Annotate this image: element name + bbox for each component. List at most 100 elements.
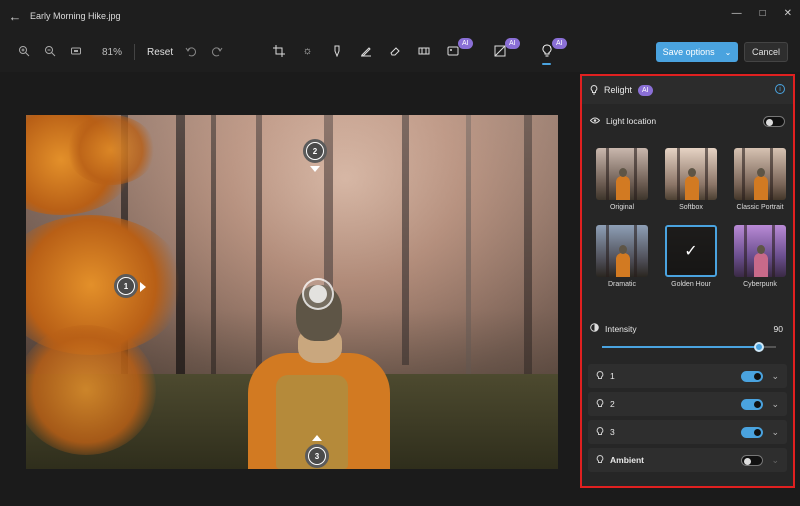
cancel-button[interactable]: Cancel	[744, 42, 788, 62]
close-icon[interactable]: ✕	[784, 8, 792, 19]
relight-title: Relight	[604, 85, 633, 95]
light-2-toggle[interactable]	[741, 398, 763, 410]
photo[interactable]	[26, 115, 558, 469]
relight-header: Relight AI i	[582, 76, 793, 104]
redo-icon[interactable]	[211, 45, 225, 59]
style-icon[interactable]: AI	[491, 38, 520, 59]
autumn-foliage	[66, 115, 156, 185]
zoom-in-icon[interactable]	[18, 45, 32, 59]
crop-icon[interactable]	[270, 42, 287, 59]
reset-button[interactable]: Reset	[147, 47, 173, 58]
intensity-slider[interactable]	[602, 342, 776, 352]
preset-thumbnail	[596, 225, 648, 277]
preset-label: Original	[609, 204, 635, 211]
ambient-toggle[interactable]	[741, 454, 763, 466]
light-location-label: Light location	[606, 116, 657, 126]
preset-original[interactable]: Original	[596, 148, 648, 211]
light-marker-number: 2	[307, 143, 323, 159]
toggle-knob	[754, 400, 761, 408]
light-direction-arrow	[310, 166, 320, 172]
info-icon[interactable]: i	[775, 84, 785, 94]
chevron-down-icon[interactable]: ⌄	[771, 399, 779, 410]
hiker-figure	[685, 168, 699, 200]
preset-thumbnail	[596, 148, 648, 200]
preset-thumbnail	[734, 148, 786, 200]
hiker-figure	[754, 245, 768, 277]
light-1-row[interactable]: 1 ⌄	[588, 364, 787, 388]
save-options-button[interactable]: Save options ⌄	[656, 42, 738, 62]
light-label: Ambient	[610, 455, 644, 465]
toggle-knob	[744, 457, 751, 465]
zoom-controls: 81% Reset	[18, 44, 225, 60]
light-marker-3[interactable]: 3	[305, 444, 329, 468]
light-location-row: Light location	[589, 115, 785, 127]
tree-trunk	[634, 225, 637, 277]
light-location-toggle[interactable]	[763, 115, 785, 127]
toggle-knob	[766, 118, 773, 126]
chevron-down-icon[interactable]: ⌄	[771, 371, 779, 382]
minimize-icon[interactable]: —	[732, 8, 742, 19]
light-2-row[interactable]: 2 ⌄	[588, 392, 787, 416]
light-1-toggle[interactable]	[741, 370, 763, 382]
light-marker-number: 1	[118, 278, 134, 294]
light-label: 1	[610, 371, 615, 381]
fit-screen-icon[interactable]	[70, 45, 84, 59]
bulb-icon	[596, 426, 604, 437]
toggle-knob	[754, 428, 761, 436]
bulb-icon	[596, 370, 604, 381]
generative-fill-icon[interactable]: AI	[444, 38, 473, 59]
preset-label: Softbox	[679, 204, 703, 211]
preset-golden-hour[interactable]: ✓ Golden Hour	[665, 225, 717, 288]
undo-icon[interactable]	[185, 45, 199, 59]
brightness-icon[interactable]: ☼	[299, 42, 316, 59]
ambient-row[interactable]: Ambient ⌄	[588, 448, 787, 472]
save-options-label: Save options	[662, 47, 715, 57]
maximize-icon[interactable]: □	[760, 8, 766, 19]
light-position-handle[interactable]	[302, 278, 334, 310]
slider-thumb[interactable]	[753, 342, 764, 352]
preset-dramatic[interactable]: Dramatic	[596, 225, 648, 288]
relight-panel: Relight AI i Light location Original Sof…	[580, 74, 795, 488]
light-direction-arrow	[312, 435, 322, 441]
tree-trunk	[770, 148, 773, 200]
filter-icon[interactable]	[328, 42, 345, 59]
light-3-row[interactable]: 3 ⌄	[588, 420, 787, 444]
light-label: 2	[610, 399, 615, 409]
tree-trunk	[744, 225, 747, 277]
tree-trunk	[606, 148, 609, 200]
preset-softbox[interactable]: Softbox	[665, 148, 717, 211]
tree-trunk	[677, 148, 680, 200]
eye-icon	[589, 116, 601, 126]
zoom-out-icon[interactable]	[44, 45, 58, 59]
zoom-level: 81%	[102, 46, 123, 58]
light-marker-2[interactable]: 2	[303, 139, 327, 163]
hiker-figure	[616, 168, 630, 200]
markup-icon[interactable]	[357, 42, 374, 59]
ai-badge: AI	[638, 84, 653, 96]
ai-badge: AI	[458, 38, 473, 49]
preset-classic-portrait[interactable]: Classic Portrait	[734, 148, 786, 211]
relight-bulb-icon[interactable]: AI	[538, 38, 567, 65]
tree-trunk	[742, 148, 745, 200]
ai-badge: AI	[552, 38, 567, 49]
intensity-value: 90	[773, 323, 783, 334]
chevron-down-icon[interactable]: ⌄	[771, 455, 779, 466]
background-icon[interactable]	[415, 42, 432, 59]
back-arrow-icon[interactable]: ←	[0, 9, 30, 24]
chevron-down-icon[interactable]: ⌄	[771, 427, 779, 438]
preset-cyberpunk[interactable]: Cyberpunk	[734, 225, 786, 288]
window-title: Early Morning Hike.jpg	[30, 11, 121, 21]
tree-trunk	[772, 225, 775, 277]
preset-label: Golden Hour	[671, 281, 711, 288]
light-label: 3	[610, 427, 615, 437]
checkmark-icon: ✓	[667, 227, 715, 275]
tree-trunk	[705, 148, 708, 200]
light-marker-1[interactable]: 1	[114, 274, 138, 298]
ai-badge: AI	[505, 38, 520, 49]
bulb-icon	[596, 398, 604, 409]
light-direction-arrow	[140, 282, 146, 292]
tree-trunk	[634, 148, 637, 200]
erase-icon[interactable]	[386, 42, 403, 59]
light-3-toggle[interactable]	[741, 426, 763, 438]
bulb-icon	[596, 454, 604, 465]
